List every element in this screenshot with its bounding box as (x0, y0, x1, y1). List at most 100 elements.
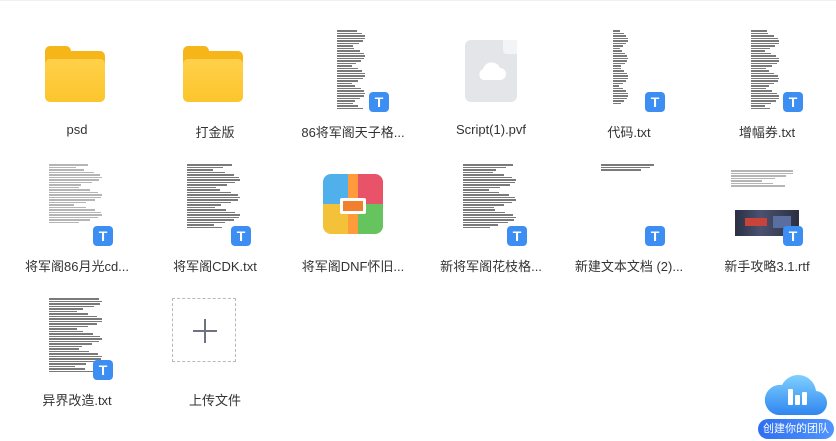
preview-line (187, 211, 235, 213)
preview-line (613, 32, 624, 34)
preview-line (751, 57, 779, 59)
txt-badge-icon: T (645, 92, 665, 112)
file-name: 新将军阁花枝格... (440, 259, 542, 274)
file-item-86-tianzige[interactable]: T 86将军阁天子格... (288, 16, 418, 146)
file-item-cdk[interactable]: T 将军阁CDK.txt (150, 150, 280, 280)
preview-line (731, 170, 793, 172)
preview-line (49, 179, 99, 181)
preview-line (187, 206, 215, 208)
preview-line (337, 72, 365, 74)
preview-line (187, 196, 240, 198)
preview-line (463, 176, 512, 178)
preview-line (337, 45, 353, 47)
preview-line (463, 214, 513, 216)
preview-line (751, 32, 768, 34)
preview-line (751, 52, 771, 54)
preview-line (613, 97, 627, 99)
preview-line (49, 191, 98, 193)
preview-line (463, 199, 516, 201)
preview-line (613, 85, 619, 87)
preview-line (601, 164, 654, 166)
preview-line (731, 172, 793, 174)
preview-line (49, 333, 93, 335)
preview-line (337, 40, 363, 42)
preview-line (49, 300, 102, 302)
upload-file-button[interactable]: 上传文件 (150, 284, 280, 414)
preview-line (187, 226, 222, 228)
document-preview (731, 170, 797, 204)
file-name: 代码.txt (607, 125, 651, 140)
preview-line (337, 107, 363, 109)
preview-line (613, 80, 626, 82)
file-name: psd (66, 122, 88, 137)
preview-line (49, 209, 95, 211)
document-preview (337, 30, 367, 110)
upload-label: 上传文件 (188, 393, 241, 408)
preview-line (751, 95, 779, 97)
file-item-dnf-archive[interactable]: 将军阁DNF怀旧... (288, 150, 418, 280)
top-divider (0, 0, 836, 1)
preview-line (751, 40, 779, 42)
preview-line (613, 75, 628, 77)
file-name: 增幅券.txt (738, 125, 796, 140)
txt-badge-icon: T (645, 226, 665, 246)
preview-line (49, 325, 88, 327)
file-name: 将军阁CDK.txt (173, 259, 257, 274)
preview-line (187, 219, 234, 221)
preview-line (49, 318, 102, 320)
preview-line (337, 60, 361, 62)
file-item-psd[interactable]: psd (12, 16, 142, 146)
file-item-dajinban[interactable]: 打金版 (150, 16, 280, 146)
file-item-guide-rtf[interactable]: T 新手攻略3.1.rtf (702, 150, 832, 280)
preview-line (49, 338, 102, 340)
preview-line (751, 60, 779, 62)
preview-line (463, 226, 490, 228)
txt-badge-icon: T (369, 92, 389, 112)
preview-line (49, 368, 85, 370)
preview-line (731, 175, 786, 177)
file-item-new-text-doc[interactable]: T 新建文本文档 (2)... (564, 150, 694, 280)
preview-line (751, 30, 767, 32)
preview-line (751, 37, 778, 39)
preview-line (731, 180, 762, 182)
preview-line (613, 35, 626, 37)
preview-line (49, 360, 96, 362)
preview-line (337, 82, 352, 84)
preview-line (463, 206, 494, 208)
preview-line (751, 87, 766, 89)
txt-file-icon: T (41, 298, 113, 380)
file-item-daima[interactable]: T 代码.txt (564, 16, 694, 146)
preview-line (751, 50, 765, 52)
preview-line (337, 30, 357, 32)
txt-file-icon: T (179, 164, 251, 246)
preview-line (187, 209, 226, 211)
preview-line (337, 55, 365, 57)
upload-box[interactable] (172, 298, 236, 362)
txt-badge-icon: T (231, 226, 251, 246)
preview-line (613, 45, 623, 47)
preview-line (463, 194, 509, 196)
file-name: 打金版 (195, 125, 235, 140)
preview-line (613, 37, 628, 39)
preview-line (337, 47, 354, 49)
txt-file-icon: T (593, 30, 665, 112)
preview-line (187, 179, 240, 181)
preview-line (613, 40, 628, 42)
file-item-script-pvf[interactable]: Script(1).pvf (426, 16, 556, 146)
file-item-86-yueguang[interactable]: T 将军阁86月光cd... (12, 150, 142, 280)
preview-line (337, 50, 360, 52)
preview-line (49, 298, 99, 300)
preview-line (49, 350, 89, 352)
preview-line (49, 219, 90, 221)
preview-line (463, 191, 499, 193)
preview-line (751, 47, 770, 49)
preview-line (49, 201, 86, 203)
file-item-zengfuquan[interactable]: T 增幅券.txt (702, 16, 832, 146)
txt-file-icon: T (455, 164, 527, 246)
create-team-button[interactable]: 创建你的团队 (758, 361, 834, 439)
file-item-huazhige[interactable]: T 新将军阁花枝格... (426, 150, 556, 280)
preview-line (613, 77, 628, 79)
preview-line (187, 186, 216, 188)
file-item-yijie[interactable]: T 异界改造.txt (12, 284, 142, 414)
preview-line (613, 42, 626, 44)
